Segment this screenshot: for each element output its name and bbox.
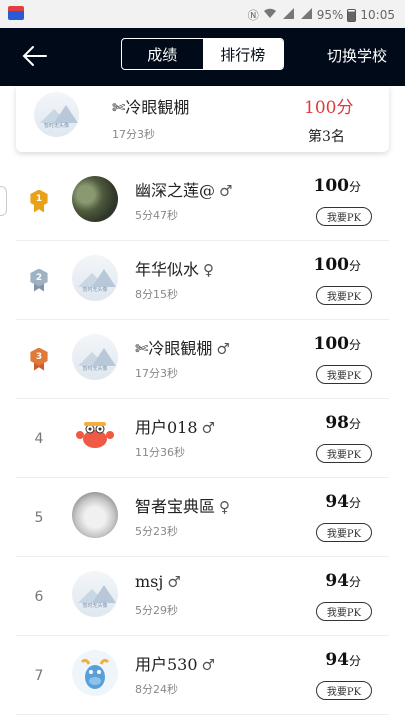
my-rank: 第3名: [308, 129, 345, 145]
table-row: 7 用户530 ♂ 8分24秒 94分 我要PK: [16, 636, 389, 715]
avatar: [72, 650, 118, 696]
rank-number: 6: [34, 588, 44, 605]
pk-button[interactable]: 我要PK: [316, 207, 372, 226]
male-icon: ♂: [216, 340, 230, 358]
clock: 10:05: [360, 8, 395, 22]
user-name: msj ♂: [135, 572, 181, 591]
table-row: 3 暂时无头像 ✄冷眼観棚 ♂ 17分3秒 100分 我要PK: [16, 320, 389, 399]
my-score: 100分: [304, 98, 354, 118]
score: 98分: [325, 413, 361, 433]
my-rank-card: 暂时无头像 ✄冷眼観棚 17分3秒 100分 第3名: [16, 86, 389, 152]
silver-medal-icon: 2: [29, 268, 49, 293]
rank-cell: 3: [24, 320, 54, 399]
cow-avatar-icon: [80, 658, 110, 689]
avatar: 暂时无头像: [72, 571, 118, 617]
pk-button[interactable]: 我要PK: [316, 444, 372, 463]
rank-number: 4: [34, 430, 44, 447]
signal-icon: [299, 8, 313, 22]
completion-time: 5分47秒: [135, 209, 178, 222]
my-name: ✄冷眼観棚: [112, 98, 190, 117]
crab-avatar-icon: [76, 422, 114, 448]
score: 100分: [313, 176, 361, 196]
status-icons: Ⓝ 95% 10:05: [248, 7, 395, 23]
user-name: 用户530 ♂: [135, 655, 215, 674]
score: 100分: [313, 334, 361, 354]
female-icon: ♀: [219, 498, 230, 516]
avatar: [72, 176, 118, 222]
avatar: 暂时无头像: [34, 92, 79, 137]
completion-time: 17分3秒: [135, 367, 178, 380]
rank-cell: 1: [24, 162, 54, 241]
completion-time: 8分24秒: [135, 683, 178, 696]
tab-leaderboard[interactable]: 排行榜: [202, 39, 283, 69]
rank-cell: 2: [24, 241, 54, 320]
completion-time: 5分29秒: [135, 604, 178, 617]
avatar: 暂时无头像: [72, 334, 118, 380]
arrow-left-icon: [22, 46, 47, 66]
avatar: [72, 413, 118, 459]
rank-number: 7: [34, 667, 44, 684]
user-name: 用户018 ♂: [135, 418, 215, 437]
user-name: 年华似水 ♀: [135, 260, 214, 279]
tab-scores[interactable]: 成绩: [122, 39, 203, 69]
table-row: 5 智者宝典區 ♀ 5分23秒 94分 我要PK: [16, 478, 389, 557]
avatar: [72, 492, 118, 538]
male-icon: ♂: [201, 419, 215, 437]
pk-button[interactable]: 我要PK: [316, 602, 372, 621]
completion-time: 5分23秒: [135, 525, 178, 538]
pk-button[interactable]: 我要PK: [316, 523, 372, 542]
female-icon: ♀: [203, 261, 214, 279]
top-nav-bar: 成绩 排行榜 切换学校: [0, 28, 405, 86]
back-button[interactable]: [20, 42, 50, 70]
tab-group: 成绩 排行榜: [121, 38, 284, 70]
battery-icon: [347, 8, 357, 22]
gold-medal-icon: 1: [29, 189, 49, 214]
status-bar: Ⓝ 95% 10:05: [0, 0, 405, 28]
table-row: 4 用户018 ♂ 11分36秒 98分 我要PK: [16, 399, 389, 478]
score: 94分: [325, 650, 361, 670]
table-row: 1 幽深之莲@ ♂ 5分47秒 100分 我要PK: [16, 162, 389, 241]
wifi-icon: [263, 8, 277, 22]
user-name: ✄冷眼観棚 ♂: [135, 339, 230, 358]
switch-school-button[interactable]: 切换学校: [327, 45, 387, 66]
4g-signal-icon: [281, 8, 295, 22]
app-notification-icon: [8, 6, 24, 20]
table-row: 2 暂时无头像 年华似水 ♀ 8分15秒 100分 我要PK: [16, 241, 389, 320]
battery-percent: 95%: [316, 8, 344, 22]
rank-number: 5: [34, 509, 44, 526]
nfc-icon: Ⓝ: [247, 9, 259, 22]
pk-button[interactable]: 我要PK: [316, 681, 372, 700]
avatar: 暂时无头像: [72, 255, 118, 301]
male-icon: ♂: [167, 573, 181, 591]
user-name: 智者宝典區 ♀: [135, 497, 230, 516]
my-time: 17分3秒: [112, 128, 155, 141]
male-icon: ♂: [201, 656, 215, 674]
table-row: 6 暂时无头像 msj ♂ 5分29秒 94分 我要PK: [16, 557, 389, 636]
completion-time: 11分36秒: [135, 446, 185, 459]
score: 94分: [325, 571, 361, 591]
completion-time: 8分15秒: [135, 288, 178, 301]
male-icon: ♂: [219, 182, 233, 200]
bronze-medal-icon: 3: [29, 347, 49, 372]
user-name: 幽深之莲@ ♂: [135, 181, 233, 200]
pk-button[interactable]: 我要PK: [316, 365, 372, 384]
score: 100分: [313, 255, 361, 275]
score: 94分: [325, 492, 361, 512]
pk-button[interactable]: 我要PK: [316, 286, 372, 305]
side-pull-tab[interactable]: [0, 186, 7, 216]
avatar-placeholder-text: 暂时无头像: [43, 123, 69, 129]
